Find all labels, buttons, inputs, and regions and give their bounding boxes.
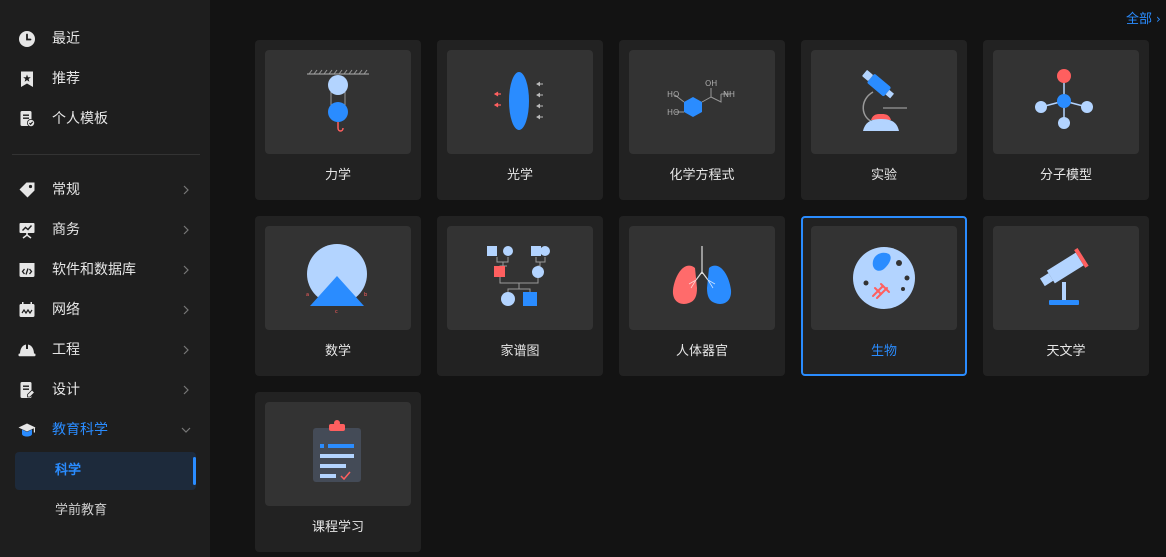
sidebar-item-recent[interactable]: 最近 xyxy=(0,19,210,59)
cell-icon xyxy=(853,247,915,309)
sidebar-item-business[interactable]: 商务 xyxy=(0,210,210,250)
card-thumbnail xyxy=(993,50,1139,154)
all-link-label: 全部 xyxy=(1126,12,1153,27)
card-title: 生物 xyxy=(870,344,897,359)
formula-label: HO xyxy=(667,90,679,99)
template-card-biology[interactable]: 生物 xyxy=(801,216,967,376)
network-icon xyxy=(19,302,35,317)
presentation-icon xyxy=(19,223,35,239)
telescope-icon xyxy=(1039,247,1089,305)
sidebar-item-recommended[interactable]: 推荐 xyxy=(0,59,210,99)
formula-label: HO xyxy=(667,108,679,117)
graduation-cap-icon xyxy=(18,423,36,437)
sidebar-item-education-science[interactable]: 教育科学 xyxy=(0,410,210,450)
template-card-chemical-equation[interactable]: HO HO OH NH 化学方程式 xyxy=(619,40,785,200)
card-thumbnail: a b c xyxy=(265,226,411,330)
chevron-right-icon xyxy=(183,385,189,395)
sidebar-item-label: 教育科学 xyxy=(52,422,108,438)
card-thumbnail xyxy=(811,226,957,330)
sidebar-item-label: 软件和数据库 xyxy=(52,262,136,278)
card-title: 天文学 xyxy=(1046,344,1086,359)
helmet-icon xyxy=(18,343,36,357)
bookmark-star-icon xyxy=(21,71,33,87)
card-title: 人体器官 xyxy=(675,344,728,359)
card-thumbnail xyxy=(811,50,957,154)
template-card-math[interactable]: a b c 数学 xyxy=(255,216,421,376)
card-title: 实验 xyxy=(870,168,897,183)
chevron-right-icon xyxy=(183,345,189,355)
sidebar-divider xyxy=(12,154,200,155)
card-thumbnail xyxy=(265,50,411,154)
template-card-mechanics[interactable]: 力学 xyxy=(255,40,421,200)
card-thumbnail xyxy=(447,226,593,330)
sidebar-item-general[interactable]: 常规 xyxy=(0,170,210,210)
sidebar-item-label: 网络 xyxy=(52,302,80,318)
chevron-right-icon xyxy=(183,305,189,315)
microscope-icon xyxy=(862,70,907,131)
clock-icon xyxy=(19,31,35,47)
pendulum-icon xyxy=(307,69,369,132)
card-title: 数学 xyxy=(324,344,351,359)
sidebar-subitem-label: 学前教育 xyxy=(55,503,108,518)
template-card-human-organs[interactable]: 人体器官 xyxy=(619,216,785,376)
clipboard-icon xyxy=(313,420,361,482)
sidebar-item-software-database[interactable]: 软件和数据库 xyxy=(0,250,210,290)
template-card-optics[interactable]: 光学 xyxy=(437,40,603,200)
geometry-label: a xyxy=(306,292,309,298)
card-thumbnail xyxy=(993,226,1139,330)
template-card-family-tree[interactable]: 家谱图 xyxy=(437,216,603,376)
all-link[interactable]: 全部 › xyxy=(1126,8,1161,27)
sidebar-item-label: 设计 xyxy=(52,382,80,398)
sidebar-subitem-label: 科学 xyxy=(55,463,82,478)
card-title: 光学 xyxy=(506,168,533,183)
selected-indicator xyxy=(193,457,196,485)
sidebar-item-label: 常规 xyxy=(52,182,80,198)
template-card-experiment[interactable]: 实验 xyxy=(801,40,967,200)
card-thumbnail: HO HO OH NH xyxy=(629,50,775,154)
template-card-course-study[interactable]: 课程学习 xyxy=(255,392,421,552)
template-card-molecular-model[interactable]: 分子模型 xyxy=(983,40,1149,200)
geometry-icon: a b c xyxy=(306,244,367,315)
lungs-icon xyxy=(672,246,732,304)
sidebar-subitem-preschool[interactable]: 学前教育 xyxy=(15,492,196,530)
atom-model-icon xyxy=(1035,69,1093,129)
chevron-down-icon xyxy=(181,427,191,433)
chevron-right-icon xyxy=(183,265,189,275)
sidebar-item-personal-templates[interactable]: 个人模板 xyxy=(0,99,210,139)
sidebar-subitem-science[interactable]: 科学 xyxy=(15,452,196,490)
card-title: 化学方程式 xyxy=(669,168,735,183)
sidebar-item-label: 商务 xyxy=(52,222,80,238)
card-thumbnail xyxy=(447,50,593,154)
card-thumbnail xyxy=(629,226,775,330)
sidebar-item-label: 最近 xyxy=(52,31,80,47)
chevron-right-icon xyxy=(183,185,189,195)
sidebar-item-design[interactable]: 设计 xyxy=(0,370,210,410)
sidebar-item-network[interactable]: 网络 xyxy=(0,290,210,330)
sidebar: 最近 推荐 个人模板 常规 商务 软件和数据库 网络 工程 设计 教育科学 科学… xyxy=(0,0,210,557)
formula-label: OH xyxy=(705,79,717,88)
card-title: 课程学习 xyxy=(311,520,364,535)
card-title: 分子模型 xyxy=(1039,168,1092,183)
design-doc-icon xyxy=(20,382,36,398)
chevron-right-icon xyxy=(183,225,189,235)
sidebar-item-label: 个人模板 xyxy=(52,111,108,127)
tag-icon xyxy=(19,182,35,198)
card-title: 家谱图 xyxy=(500,344,540,359)
card-thumbnail xyxy=(265,402,411,506)
code-window-icon xyxy=(19,263,35,277)
formula-label: NH xyxy=(723,90,735,99)
template-card-astronomy[interactable]: 天文学 xyxy=(983,216,1149,376)
lens-icon xyxy=(493,72,543,130)
sidebar-item-engineering[interactable]: 工程 xyxy=(0,330,210,370)
geometry-label: c xyxy=(335,309,338,315)
sidebar-item-label: 推荐 xyxy=(52,71,80,87)
card-title: 力学 xyxy=(324,168,351,183)
family-tree-icon xyxy=(487,246,550,306)
document-check-icon xyxy=(20,111,35,127)
chevron-right-icon: › xyxy=(1156,12,1161,26)
molecule-formula-icon: HO HO OH NH xyxy=(667,79,735,117)
sidebar-item-label: 工程 xyxy=(52,342,80,358)
geometry-label: b xyxy=(364,292,367,298)
